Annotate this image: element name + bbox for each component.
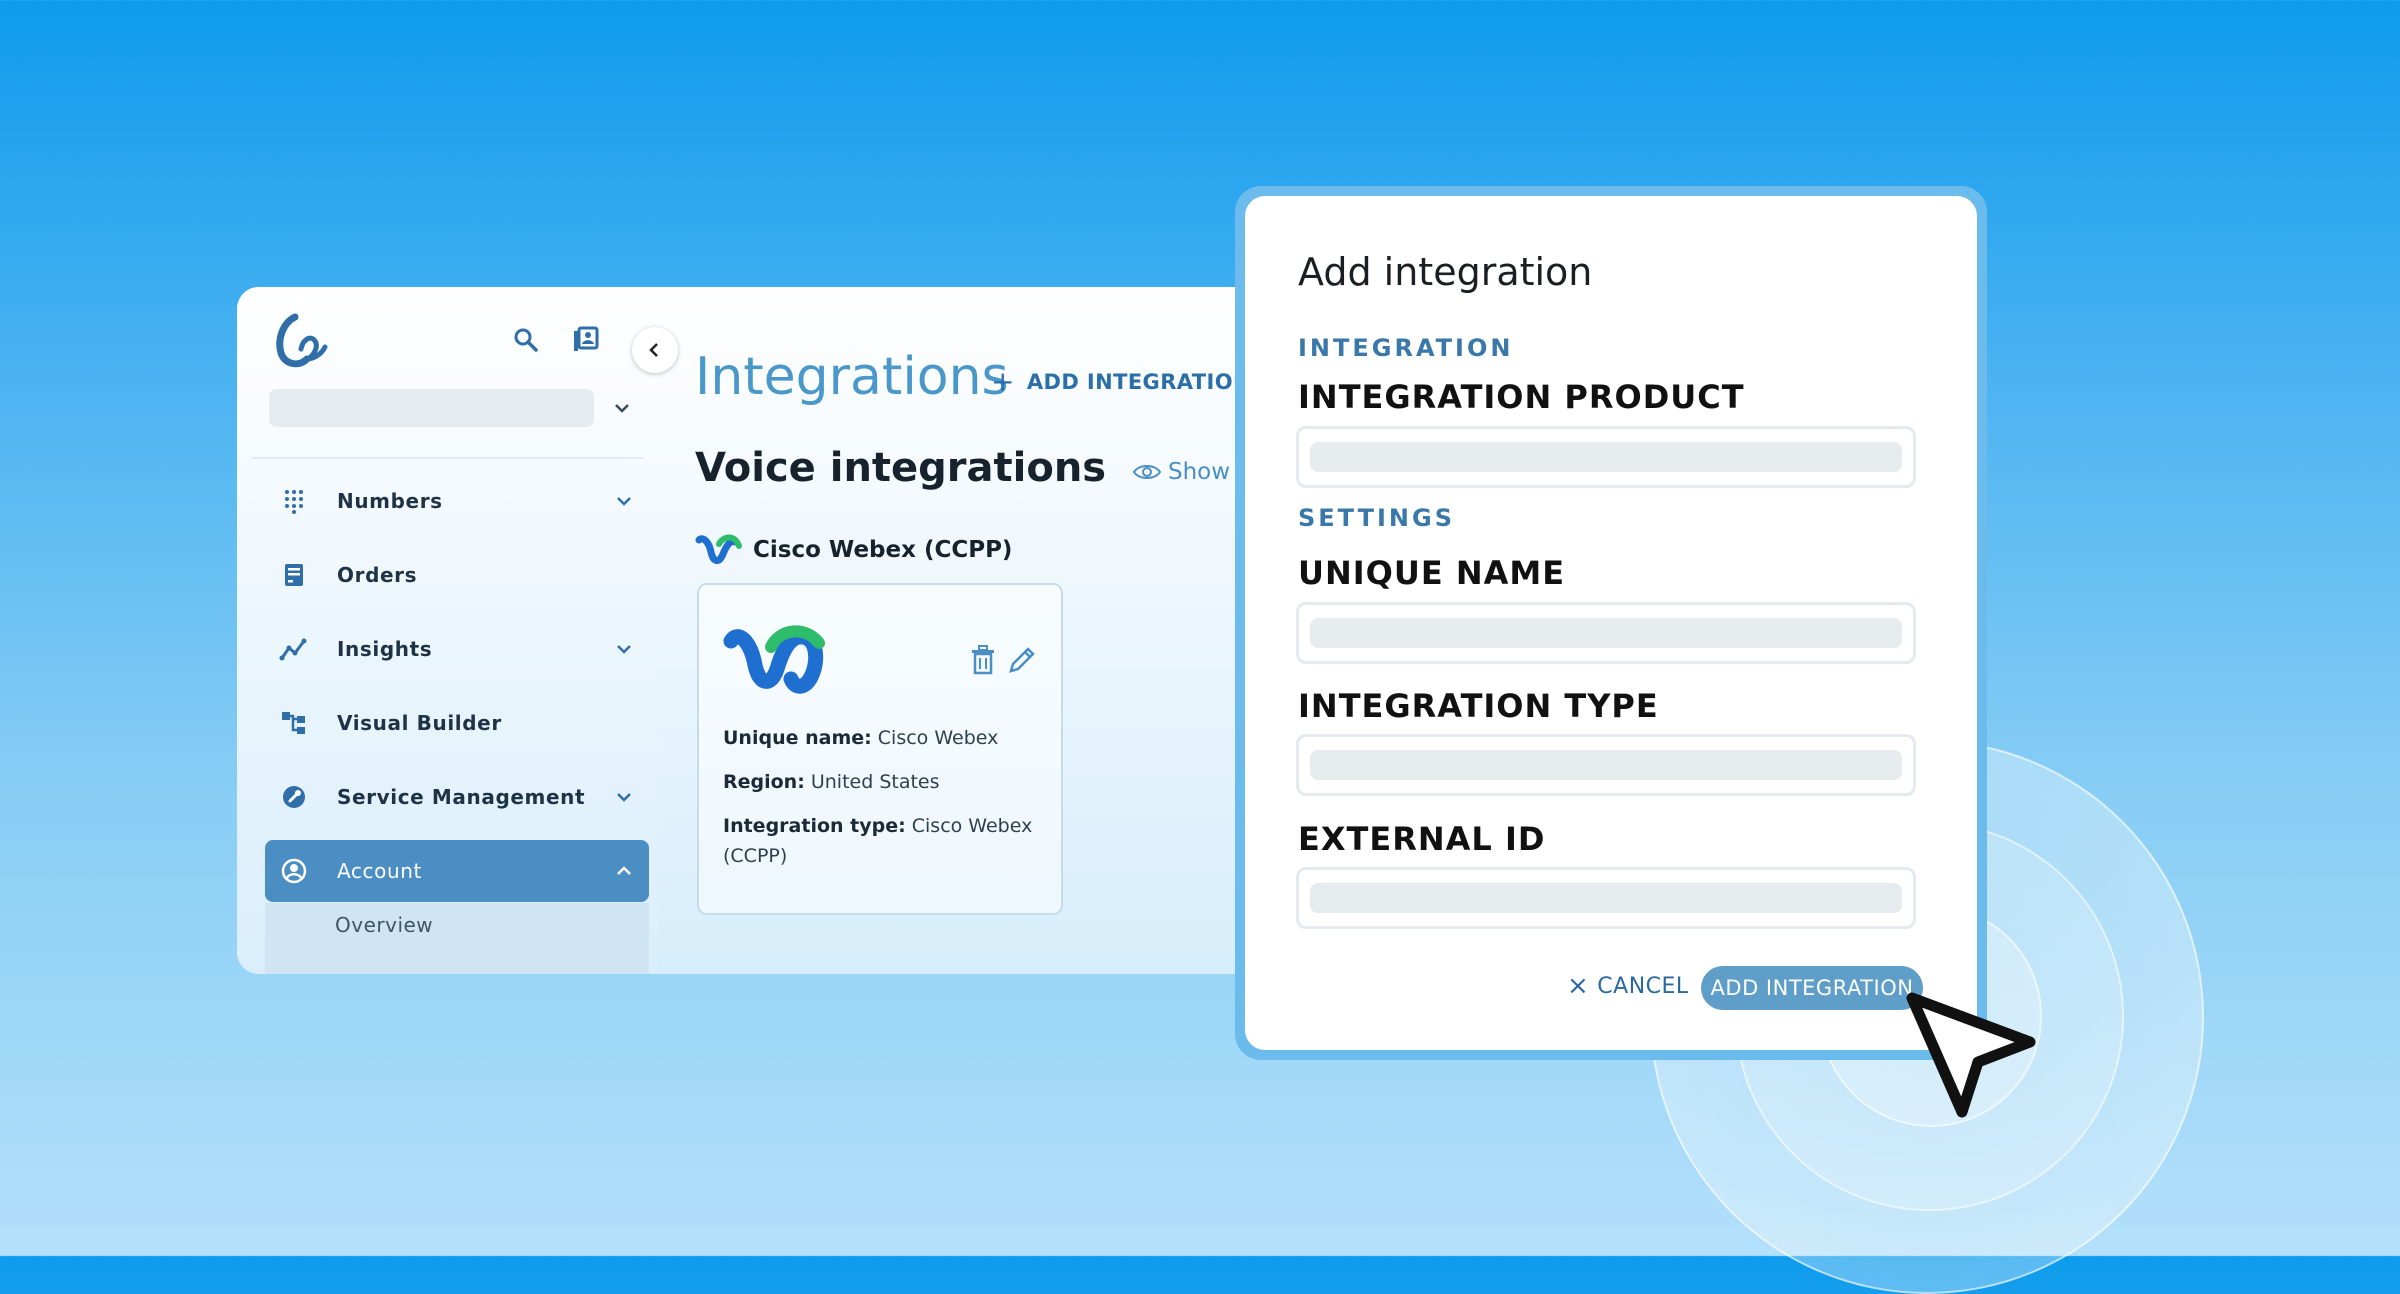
flow-icon (279, 708, 309, 738)
pencil-icon[interactable] (1007, 645, 1037, 675)
external-id-field[interactable] (1296, 867, 1916, 929)
integration-type-label: INTEGRATION TYPE (1298, 687, 1659, 725)
webex-logo-icon (695, 534, 742, 564)
region-value: United States (810, 771, 940, 793)
plus-icon: + (991, 365, 1015, 398)
search-icon[interactable] (511, 325, 541, 355)
sidebar-item-visual-builder[interactable]: Visual Builder (265, 692, 649, 754)
main-content: Integrations + ADD INTEGRATION Voice int… (657, 287, 1277, 974)
add-integration-button[interactable]: ADD INTEGRATION (1701, 966, 1923, 1010)
card-unique-name: Unique name: Cisco Webex (723, 723, 1043, 753)
sidebar-item-label: Service Management (337, 785, 586, 809)
sidebar-item-label: Account (337, 859, 422, 883)
chevron-down-icon[interactable] (611, 397, 633, 419)
webex-logo-icon (723, 625, 825, 694)
modal-title: Add integration (1298, 250, 1593, 294)
provider-name: Cisco Webex (CCPP) (753, 537, 1013, 563)
brand-logo-icon (276, 313, 328, 368)
contacts-book-icon[interactable] (570, 325, 600, 355)
chevron-down-icon (617, 793, 631, 802)
collapse-sidebar-button[interactable] (632, 327, 678, 373)
cancel-label: CANCEL (1597, 973, 1689, 999)
card-region: Region: United States (723, 767, 1043, 797)
cancel-button[interactable]: × CANCEL (1567, 971, 1689, 1001)
sidebar-item-service-management[interactable]: Service Management (265, 766, 649, 828)
add-integration-link[interactable]: + ADD INTEGRATION (991, 365, 1251, 398)
sidebar-divider (251, 457, 643, 459)
unique-name-label: Unique name: (723, 727, 872, 749)
integration-product-label: INTEGRATION PRODUCT (1298, 378, 1745, 416)
sidebar-item-account[interactable]: Account (265, 840, 649, 902)
card-integration-type: Integration type: Cisco Webex (CCPP) (723, 811, 1043, 871)
sidebar-item-label: Visual Builder (337, 711, 502, 735)
mouse-pointer-icon (1906, 992, 2036, 1118)
sidebar-subitem-overview[interactable]: Overview (265, 903, 649, 974)
sidebar-item-orders[interactable]: Orders (265, 544, 649, 606)
unique-name-field[interactable] (1296, 602, 1916, 664)
region-label: Region: (723, 771, 805, 793)
sidebar-item-label: Insights (337, 637, 433, 661)
service-icon (279, 782, 309, 812)
integration-type-field[interactable] (1296, 734, 1916, 796)
sidebar-item-insights[interactable]: Insights (265, 618, 649, 680)
integration-type-label: Integration type: (723, 815, 906, 837)
provider-header: Cisco Webex (CCPP) (695, 532, 1012, 568)
chevron-up-icon (617, 866, 631, 875)
unique-name-value: Cisco Webex (877, 727, 999, 749)
sidebar-item-label: Orders (337, 563, 418, 587)
receipt-icon (279, 560, 309, 590)
account-icon (279, 856, 309, 886)
section-settings-heading: SETTINGS (1298, 504, 1455, 532)
chevron-down-icon (617, 645, 631, 654)
add-integration-modal: Add integration INTEGRATION INTEGRATION … (1245, 196, 1977, 1050)
external-id-label: EXTERNAL ID (1298, 820, 1546, 858)
eye-icon (1132, 465, 1162, 479)
dialpad-icon (279, 486, 309, 516)
insights-icon (279, 634, 309, 664)
sidebar-item-label: Numbers (337, 489, 443, 513)
close-icon: × (1567, 971, 1590, 1001)
account-selector[interactable] (269, 389, 594, 427)
trash-icon[interactable] (969, 645, 997, 675)
section-title: Voice integrations (695, 445, 1107, 491)
integration-card[interactable]: Unique name: Cisco Webex Region: United … (697, 583, 1063, 915)
chevron-left-icon (649, 343, 658, 357)
sidebar-subitem-label: Overview (335, 913, 434, 937)
sidebar: Numbers Orders Insights Visual Builder S… (237, 287, 659, 974)
integration-product-field[interactable] (1296, 426, 1916, 488)
app-window: Numbers Orders Insights Visual Builder S… (237, 287, 1277, 974)
page-title: Integrations (695, 347, 1009, 407)
sidebar-item-numbers[interactable]: Numbers (265, 470, 649, 532)
chevron-down-icon (617, 497, 631, 506)
section-integration-heading: INTEGRATION (1298, 334, 1514, 362)
add-integration-label: ADD INTEGRATION (1026, 369, 1251, 394)
unique-name-label: UNIQUE NAME (1298, 554, 1566, 592)
